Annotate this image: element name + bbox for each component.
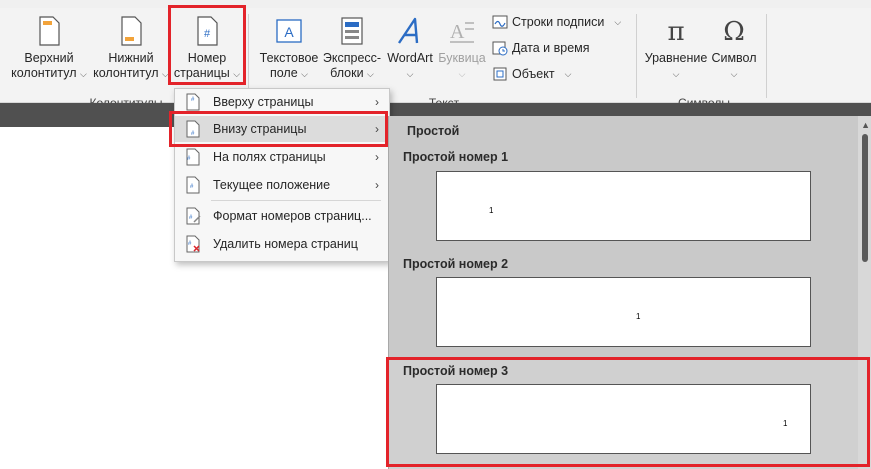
group-separator (766, 14, 767, 98)
chevron-down-icon: ⌵ (301, 69, 308, 79)
chevron-down-icon: ⌵ (672, 69, 680, 79)
text-box-icon: A (276, 19, 302, 43)
gallery-option-title: Простой номер 2 (403, 257, 509, 271)
page-bottom-icon: # (186, 120, 200, 138)
header-label-1: Верхний (24, 51, 74, 65)
signature-icon (492, 15, 508, 29)
gallery-scrollbar[interactable]: ▲ (858, 116, 871, 469)
page-number-icon: # (197, 16, 218, 46)
menu-item-label: Текущее положение (213, 178, 331, 192)
page-number-label-2: страницы (173, 66, 230, 80)
menu-item-label: Внизу страницы (213, 122, 307, 136)
menu-item-format-page-numbers[interactable]: # Формат номеров страниц... (175, 203, 389, 229)
drop-cap-button[interactable]: A Буквица ⌵ (436, 12, 488, 82)
scrollbar-thumb[interactable] (862, 134, 868, 262)
menu-item-current-position[interactable]: # Текущее положение › (175, 172, 389, 198)
equation-button[interactable]: π Уравнение ⌵ (644, 12, 708, 82)
gallery-option-simple-3[interactable]: 1 (436, 384, 811, 454)
page-number-preview: 1 (636, 312, 641, 321)
chevron-down-icon: ⌵ (406, 69, 414, 79)
chevron-right-icon: › (375, 95, 379, 109)
footer-icon (121, 16, 142, 46)
chevron-right-icon: › (375, 122, 379, 136)
page-number-preview: 1 (783, 419, 788, 428)
symbol-button[interactable]: Ω Символ ⌵ (708, 12, 760, 82)
menu-item-remove-page-numbers[interactable]: # Удалить номера страниц (175, 231, 389, 257)
chevron-down-icon: ⌵ (80, 69, 87, 79)
menu-item-label: Вверху страницы (213, 95, 314, 109)
drop-cap-label: Буквица (438, 51, 486, 65)
date-time-label: Дата и время (512, 41, 590, 55)
pi-icon: π (667, 17, 685, 47)
footer-label-2: колонтитул (93, 66, 159, 80)
group-separator (248, 14, 249, 98)
page-number-label-1: Номер (187, 51, 227, 65)
omega-icon: Ω (723, 17, 745, 47)
menu-item-page-margins[interactable]: # На полях страницы › (175, 144, 389, 170)
signature-line-button[interactable]: Строки подписи ⌵ (492, 14, 621, 30)
group-separator (636, 14, 637, 98)
chevron-right-icon: › (375, 178, 379, 192)
symbol-label: Символ (711, 51, 757, 65)
chevron-right-icon: › (375, 150, 379, 164)
page-number-menu: # Вверху страницы › # Внизу страницы › #… (174, 88, 390, 262)
wordart-icon (398, 17, 419, 44)
current-position-icon: # (186, 176, 200, 194)
gallery-section-title: Простой (407, 124, 460, 138)
wordart-button[interactable]: WordArt ⌵ (384, 12, 436, 82)
svg-text:A: A (450, 21, 465, 43)
menu-item-bottom-of-page[interactable]: # Внизу страницы › (175, 116, 389, 142)
text-box-button[interactable]: A Текстовое поле ⌵ (256, 12, 322, 82)
date-time-button[interactable]: Дата и время (492, 40, 590, 56)
chevron-down-icon: ⌵ (730, 69, 738, 79)
text-box-label-1: Текстовое (259, 51, 319, 65)
page-margins-icon: # (186, 148, 200, 166)
quick-parts-button[interactable]: Экспресс- блоки ⌵ (322, 12, 382, 82)
footer-label-1: Нижний (108, 51, 154, 65)
format-numbers-icon: # (186, 207, 201, 225)
page-number-button[interactable]: # Номер страницы ⌵ (172, 12, 242, 82)
gallery-option-simple-2[interactable]: 1 (436, 277, 811, 347)
chevron-down-icon: ⌵ (458, 69, 466, 79)
chevron-down-icon: ⌵ (233, 69, 241, 79)
object-label: Объект (512, 67, 555, 81)
quick-parts-label-2: блоки (330, 66, 364, 80)
svg-text:#: # (204, 28, 211, 40)
header-button[interactable]: Верхний колонтитул ⌵ (8, 12, 90, 82)
header-icon (39, 16, 60, 46)
header-label-2: колонтитул (11, 66, 77, 80)
menu-item-top-of-page[interactable]: # Вверху страницы › (175, 89, 389, 115)
drop-cap-icon: A (450, 21, 474, 43)
menu-item-label: На полях страницы (213, 150, 326, 164)
signature-line-label: Строки подписи (512, 15, 605, 29)
menu-divider (211, 200, 381, 201)
object-icon (493, 67, 507, 81)
object-button[interactable]: Объект ⌵ (492, 66, 571, 82)
calendar-clock-icon (492, 41, 508, 56)
gallery-option-title: Простой номер 3 (403, 364, 509, 378)
menu-item-label: Удалить номера страниц (213, 237, 358, 251)
gallery-option-title: Простой номер 1 (403, 150, 509, 164)
chevron-down-icon: ⌵ (614, 16, 622, 27)
page-top-icon: # (186, 93, 200, 111)
scroll-up-arrow-icon[interactable]: ▲ (861, 120, 870, 130)
page-number-preview: 1 (489, 206, 494, 215)
chevron-down-icon: ⌵ (367, 69, 374, 79)
page-number-gallery: Простой Простой номер 1 1 Простой номер … (388, 116, 871, 469)
wordart-label: WordArt (387, 51, 433, 65)
ribbon-insert: Верхний колонтитул ⌵ Нижний колонтитул ⌵… (0, 8, 871, 110)
quick-parts-icon (341, 17, 363, 45)
remove-numbers-icon: # (186, 235, 200, 253)
text-box-label-2: поле (269, 66, 298, 80)
chevron-down-icon: ⌵ (564, 68, 572, 79)
chevron-down-icon: ⌵ (162, 69, 169, 79)
menu-item-label: Формат номеров страниц... (213, 209, 372, 223)
svg-text:A: A (284, 24, 294, 40)
quick-parts-label-1: Экспресс- (322, 51, 382, 65)
footer-button[interactable]: Нижний колонтитул ⌵ (92, 12, 170, 82)
title-strip (0, 0, 871, 8)
equation-label: Уравнение (644, 51, 708, 65)
gallery-option-simple-1[interactable]: 1 (436, 171, 811, 241)
